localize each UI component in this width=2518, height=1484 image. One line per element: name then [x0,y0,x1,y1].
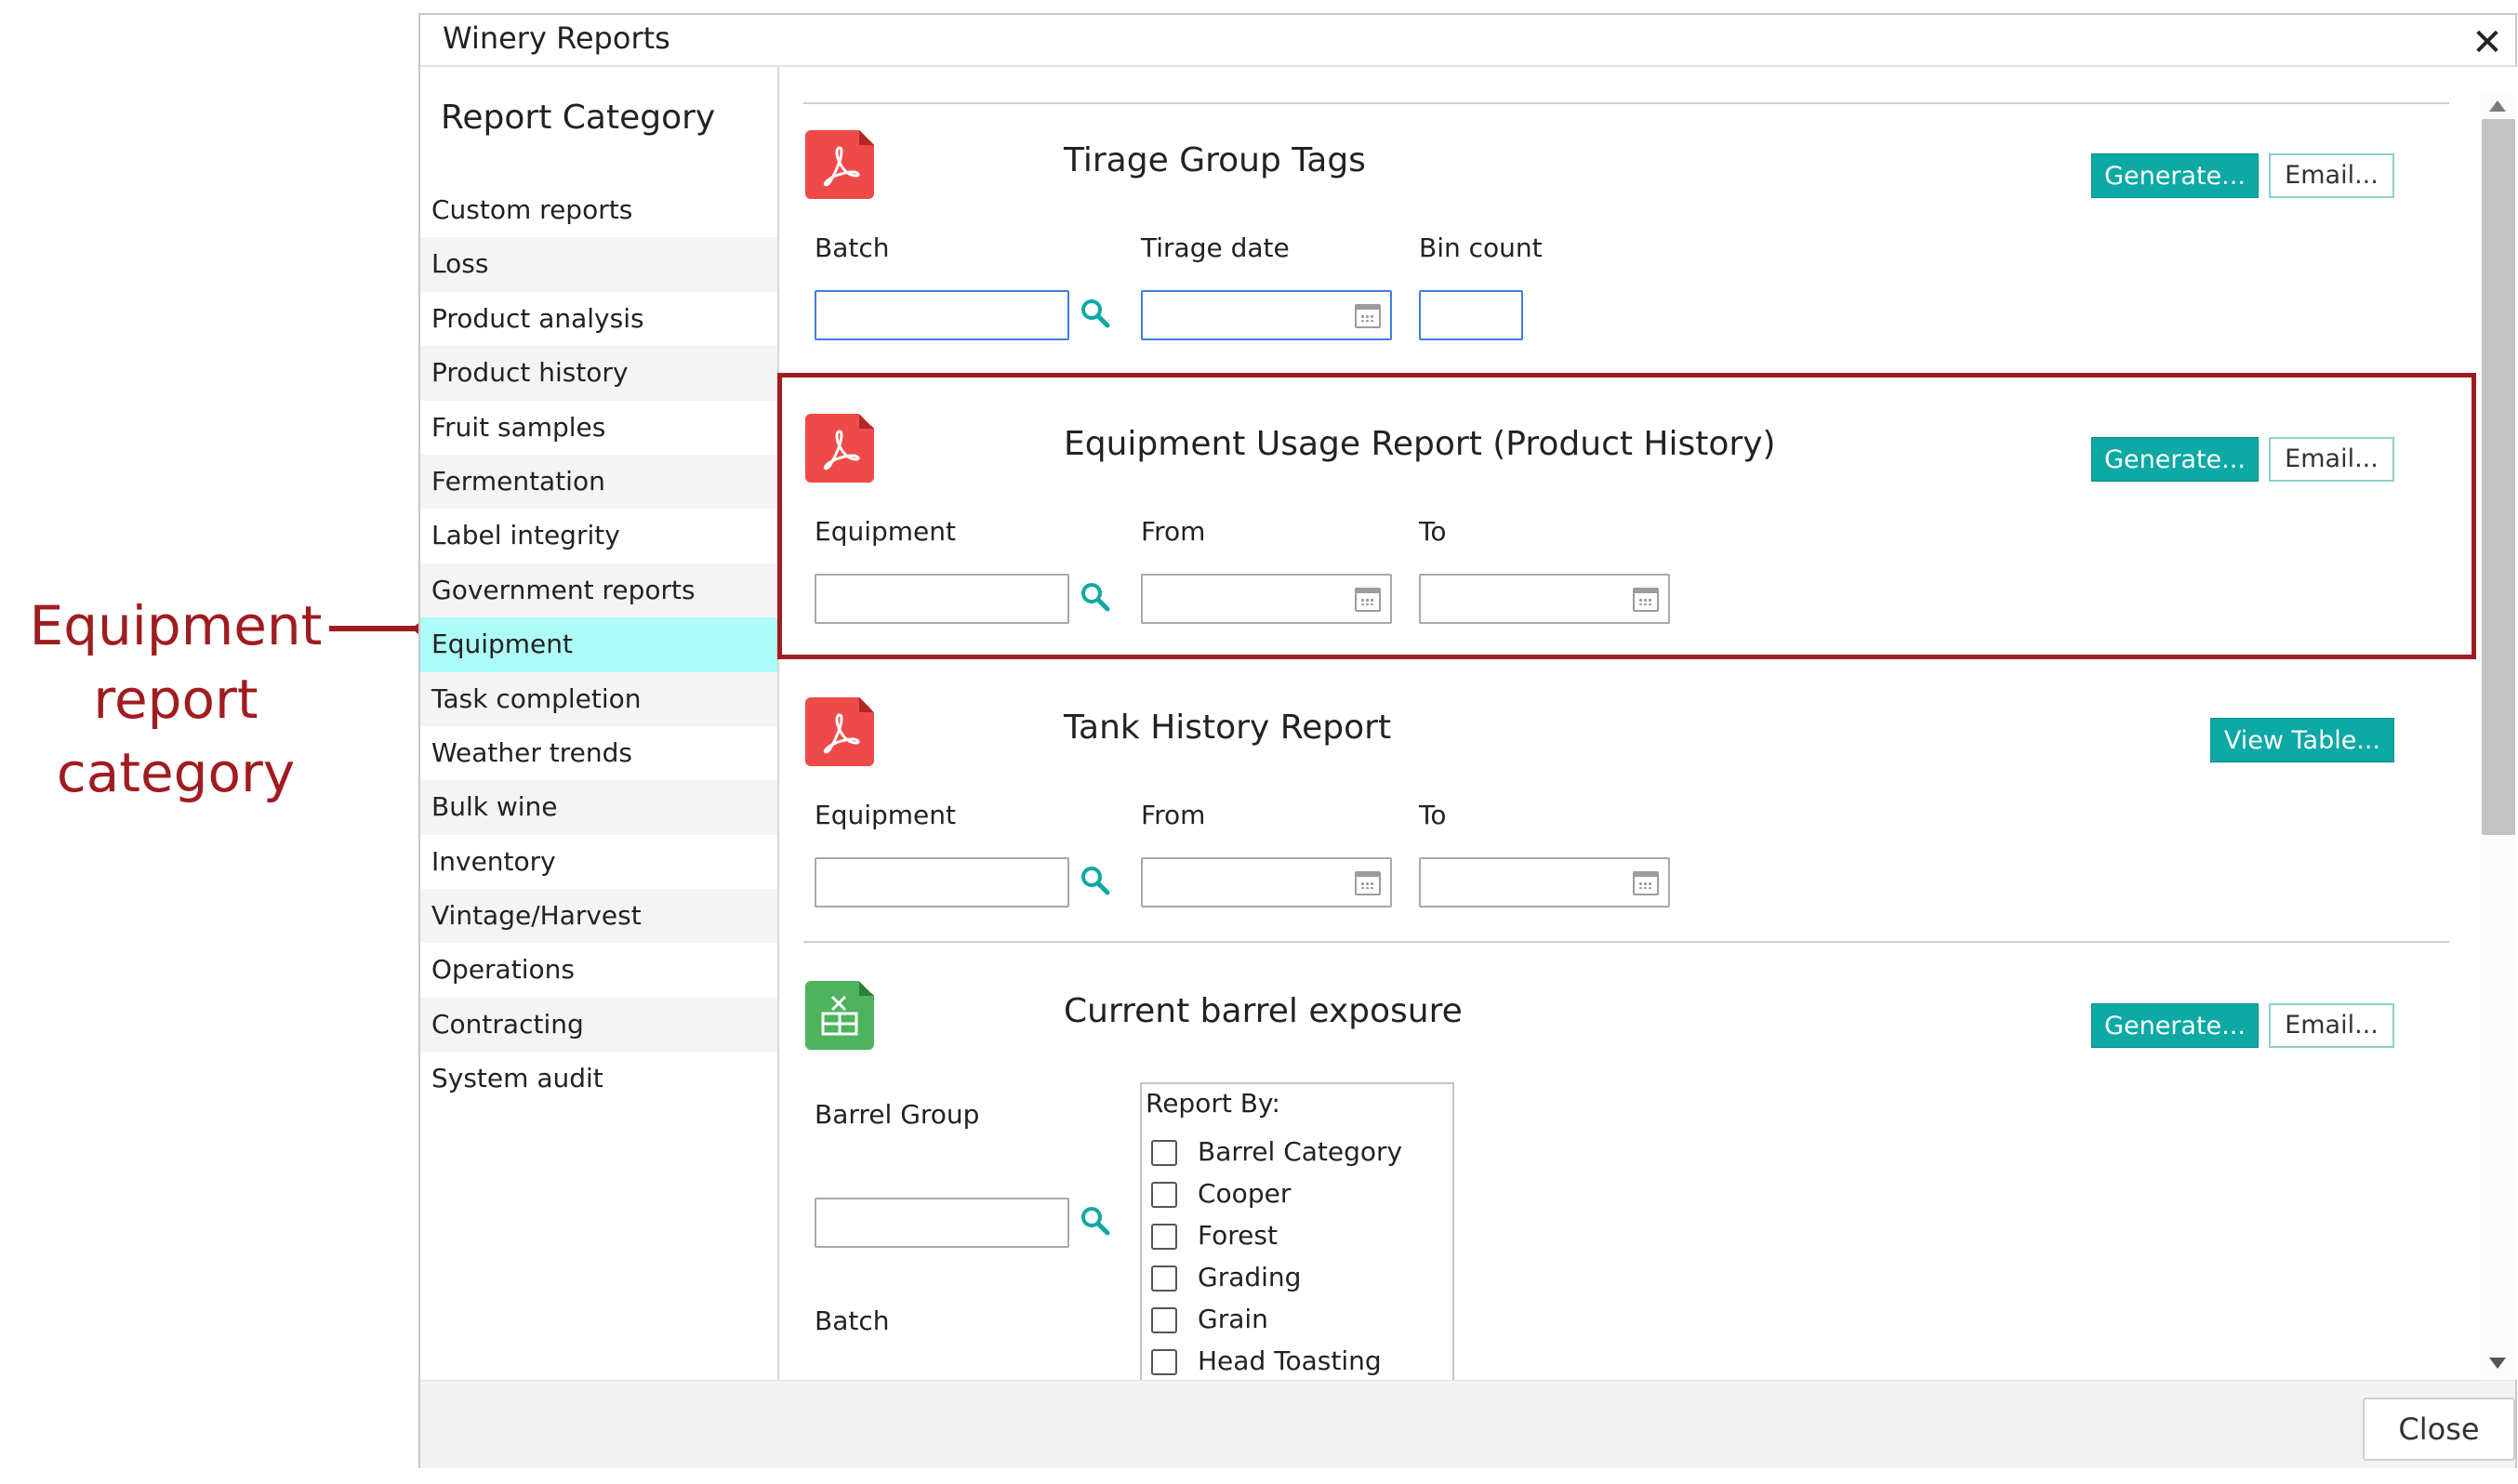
from-label: From [1141,800,1206,830]
generate-button[interactable]: Generate... [2091,1003,2259,1048]
search-icon[interactable] [1080,298,1111,329]
spreadsheet-icon [805,981,874,1050]
checkbox-label: Head Toasting [1198,1345,1382,1376]
category-task-completion[interactable]: Task completion [420,671,777,726]
reports-content: Tirage Group Tags Generate... Email... B… [779,67,2461,1380]
screenshot-root: Equipment report category Winery Reports… [0,0,2518,1484]
report-title-barrel-exposure: Current barrel exposure [1064,992,1463,1030]
category-contracting[interactable]: Contracting [420,997,777,1053]
equipment-label: Equipment [815,800,956,830]
report-by-box: Report By: Barrel Category Cooper Forest… [1140,1082,1454,1380]
category-operations[interactable]: Operations [420,943,777,997]
annotation-label: Equipment report category [0,590,351,810]
category-custom-reports[interactable]: Custom reports [420,183,777,237]
scroll-up-icon[interactable] [2489,100,2506,112]
highlight-box [777,373,2476,659]
pdf-icon [805,130,874,199]
category-loss[interactable]: Loss [420,237,777,292]
checkbox[interactable] [1151,1265,1177,1292]
dialog-title: Winery Reports [443,20,670,56]
tirage-date-label: Tirage date [1141,232,1290,263]
category-list: Custom reports Loss Product analysis Pro… [420,183,777,1106]
barrel-group-label: Barrel Group [815,1099,980,1130]
checkbox-label: Grain [1198,1304,1268,1334]
winery-reports-dialog: Winery Reports ✕ Report Category Custom … [418,13,2517,1468]
annotation-line-3: category [56,741,296,804]
to-label: To [1419,800,1447,830]
annotation-pointer-line [329,626,422,631]
section-divider [803,941,2449,943]
category-weather-trends[interactable]: Weather trends [420,726,777,780]
scroll-down-icon[interactable] [2489,1358,2506,1369]
view-table-button[interactable]: View Table... [2210,718,2394,762]
content-scrollbar[interactable] [2461,67,2517,1380]
batch-label: Batch [815,1305,890,1336]
bin-count-input[interactable] [1419,290,1523,340]
category-fermentation[interactable]: Fermentation [420,454,777,510]
batch-input[interactable] [815,290,1069,340]
calendar-icon[interactable] [1355,871,1381,895]
category-inventory[interactable]: Inventory [420,835,777,889]
checkbox-label: Barrel Category [1198,1136,1403,1167]
report-title-tank-history: Tank History Report [1064,709,1392,747]
search-icon[interactable] [1080,865,1111,896]
category-government-reports[interactable]: Government reports [420,563,777,618]
category-equipment[interactable]: Equipment [420,617,777,672]
annotation-line-2: report [93,668,258,731]
close-icon[interactable]: ✕ [2471,24,2504,61]
checkbox[interactable] [1151,1140,1177,1166]
checkbox[interactable] [1151,1224,1177,1250]
email-button[interactable]: Email... [2269,153,2394,198]
category-system-audit[interactable]: System audit [420,1052,777,1106]
annotation-line-1: Equipment [29,594,323,657]
report-by-title: Report By: [1146,1088,1280,1119]
section-divider [803,102,2449,104]
tirage-date-input[interactable] [1141,290,1392,340]
from-date-input[interactable] [1141,857,1392,908]
checkbox[interactable] [1151,1307,1177,1333]
batch-label: Batch [815,232,890,263]
category-vintage-harvest[interactable]: Vintage/Harvest [420,889,777,944]
close-button[interactable]: Close [2363,1398,2515,1461]
checkbox-label: Grading [1198,1262,1302,1292]
checkbox-label: Cooper [1198,1178,1292,1209]
checkbox[interactable] [1151,1182,1177,1208]
pdf-icon [805,697,874,766]
search-icon[interactable] [1080,1205,1111,1237]
checkbox[interactable] [1151,1349,1177,1375]
bin-count-label: Bin count [1419,232,1543,263]
email-button[interactable]: Email... [2269,1003,2394,1048]
calendar-icon[interactable] [1633,871,1659,895]
category-product-history[interactable]: Product history [420,346,777,401]
calendar-icon[interactable] [1355,304,1381,328]
checkbox-label: Forest [1198,1220,1278,1251]
category-label-integrity[interactable]: Label integrity [420,509,777,563]
sidebar-heading: Report Category [441,99,716,137]
barrel-group-input[interactable] [815,1198,1069,1248]
dialog-footer: Close [420,1380,2515,1468]
report-title-tirage: Tirage Group Tags [1064,141,1366,179]
category-product-analysis[interactable]: Product analysis [420,292,777,346]
equipment-input[interactable] [815,857,1069,908]
to-date-input[interactable] [1419,857,1670,908]
dialog-titlebar: Winery Reports ✕ [420,15,2515,67]
report-category-sidebar: Report Category Custom reports Loss Prod… [420,67,779,1380]
generate-button[interactable]: Generate... [2091,153,2259,198]
scroll-thumb[interactable] [2482,119,2515,835]
category-bulk-wine[interactable]: Bulk wine [420,780,777,835]
category-fruit-samples[interactable]: Fruit samples [420,401,777,455]
